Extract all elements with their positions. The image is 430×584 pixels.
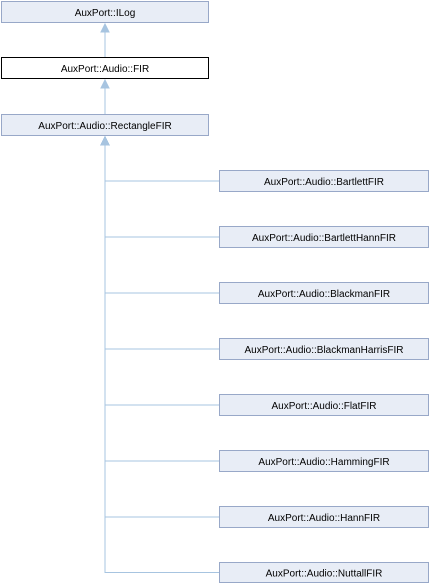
class-node-label: AuxPort::ILog — [75, 8, 136, 19]
class-node-rect[interactable]: AuxPort::Audio::RectangleFIR — [1, 114, 209, 136]
class-node-label: AuxPort::Audio::BlackmanHarrisFIR — [245, 345, 404, 356]
class-node-fir: AuxPort::Audio::FIR — [1, 57, 209, 79]
inheritance-arrowhead — [100, 78, 110, 89]
class-node-label: AuxPort::Audio::FIR — [61, 64, 149, 75]
class-node-label: AuxPort::Audio::BartlettHannFIR — [252, 233, 396, 244]
class-node-ilog[interactable]: AuxPort::ILog — [1, 1, 209, 23]
class-node-blackman[interactable]: AuxPort::Audio::BlackmanFIR — [219, 282, 429, 304]
class-node-label: AuxPort::Audio::FlatFIR — [271, 401, 376, 412]
inheritance-edge — [104, 144, 219, 573]
class-node-bartletthann[interactable]: AuxPort::Audio::BartlettHannFIR — [219, 226, 429, 248]
inheritance-edge — [104, 144, 219, 294]
inheritance-edge — [104, 144, 219, 406]
class-node-label: AuxPort::Audio::BartlettFIR — [264, 177, 384, 188]
class-node-bartlett[interactable]: AuxPort::Audio::BartlettFIR — [219, 170, 429, 192]
class-node-label: AuxPort::Audio::NuttallFIR — [266, 569, 383, 580]
class-node-flat[interactable]: AuxPort::Audio::FlatFIR — [219, 394, 429, 416]
inheritance-arrowhead — [100, 135, 110, 146]
inheritance-diagram: AuxPort::ILogAuxPort::Audio::FIRAuxPort:… — [1, 1, 429, 583]
class-node-hann[interactable]: AuxPort::Audio::HannFIR — [219, 506, 429, 528]
class-node-nuttall[interactable]: AuxPort::Audio::NuttallFIR — [219, 562, 429, 583]
class-node-label: AuxPort::Audio::HannFIR — [268, 513, 380, 524]
nodes-layer: AuxPort::ILogAuxPort::Audio::FIRAuxPort:… — [1, 1, 429, 583]
class-node-label: AuxPort::Audio::HammingFIR — [258, 457, 389, 468]
inheritance-edge — [104, 144, 219, 350]
class-node-hamming[interactable]: AuxPort::Audio::HammingFIR — [219, 450, 429, 472]
inheritance-arrowhead — [100, 22, 110, 33]
edges-layer — [100, 22, 219, 573]
inheritance-edge — [104, 144, 219, 182]
class-node-label: AuxPort::Audio::RectangleFIR — [38, 121, 171, 132]
class-node-blackmanharris[interactable]: AuxPort::Audio::BlackmanHarrisFIR — [219, 338, 429, 360]
class-node-label: AuxPort::Audio::BlackmanFIR — [258, 289, 390, 300]
inheritance-edge — [104, 144, 219, 238]
inheritance-edge — [104, 144, 219, 462]
